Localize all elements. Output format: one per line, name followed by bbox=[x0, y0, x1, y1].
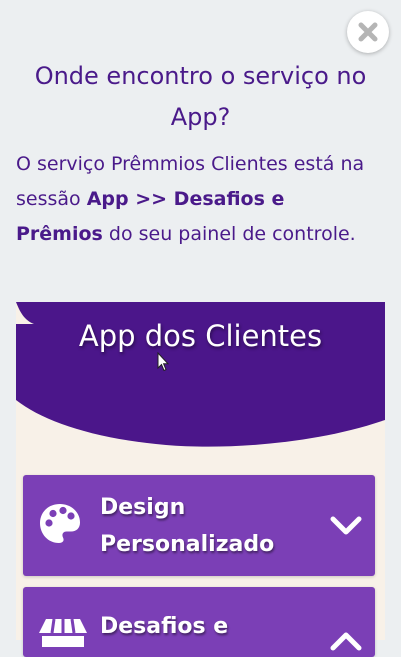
palette-icon bbox=[40, 504, 80, 543]
modal-title: Onde encontro o serviço no App? bbox=[34, 62, 367, 131]
section-card-label: Design Personalizado bbox=[100, 495, 275, 557]
close-icon bbox=[358, 22, 378, 42]
close-button[interactable] bbox=[347, 11, 389, 53]
section-card-challenges[interactable]: Desafios e bbox=[23, 587, 375, 657]
modal-description: O serviço Prêmmios Clientes está na sess… bbox=[16, 147, 374, 252]
chevron-down-icon[interactable] bbox=[329, 515, 363, 537]
section-card-design[interactable]: Design Personalizado bbox=[23, 475, 375, 576]
storefront-icon bbox=[39, 618, 87, 647]
modal-page: { "modal": { "close_icon": "close-icon",… bbox=[0, 0, 401, 657]
section-card-label: Desafios e bbox=[100, 614, 229, 639]
description-text-2: do seu painel de controle. bbox=[102, 223, 356, 245]
mouse-cursor-icon bbox=[157, 352, 169, 372]
chevron-up-icon[interactable] bbox=[329, 630, 363, 652]
app-preview-title: App dos Clientes bbox=[78, 319, 323, 353]
